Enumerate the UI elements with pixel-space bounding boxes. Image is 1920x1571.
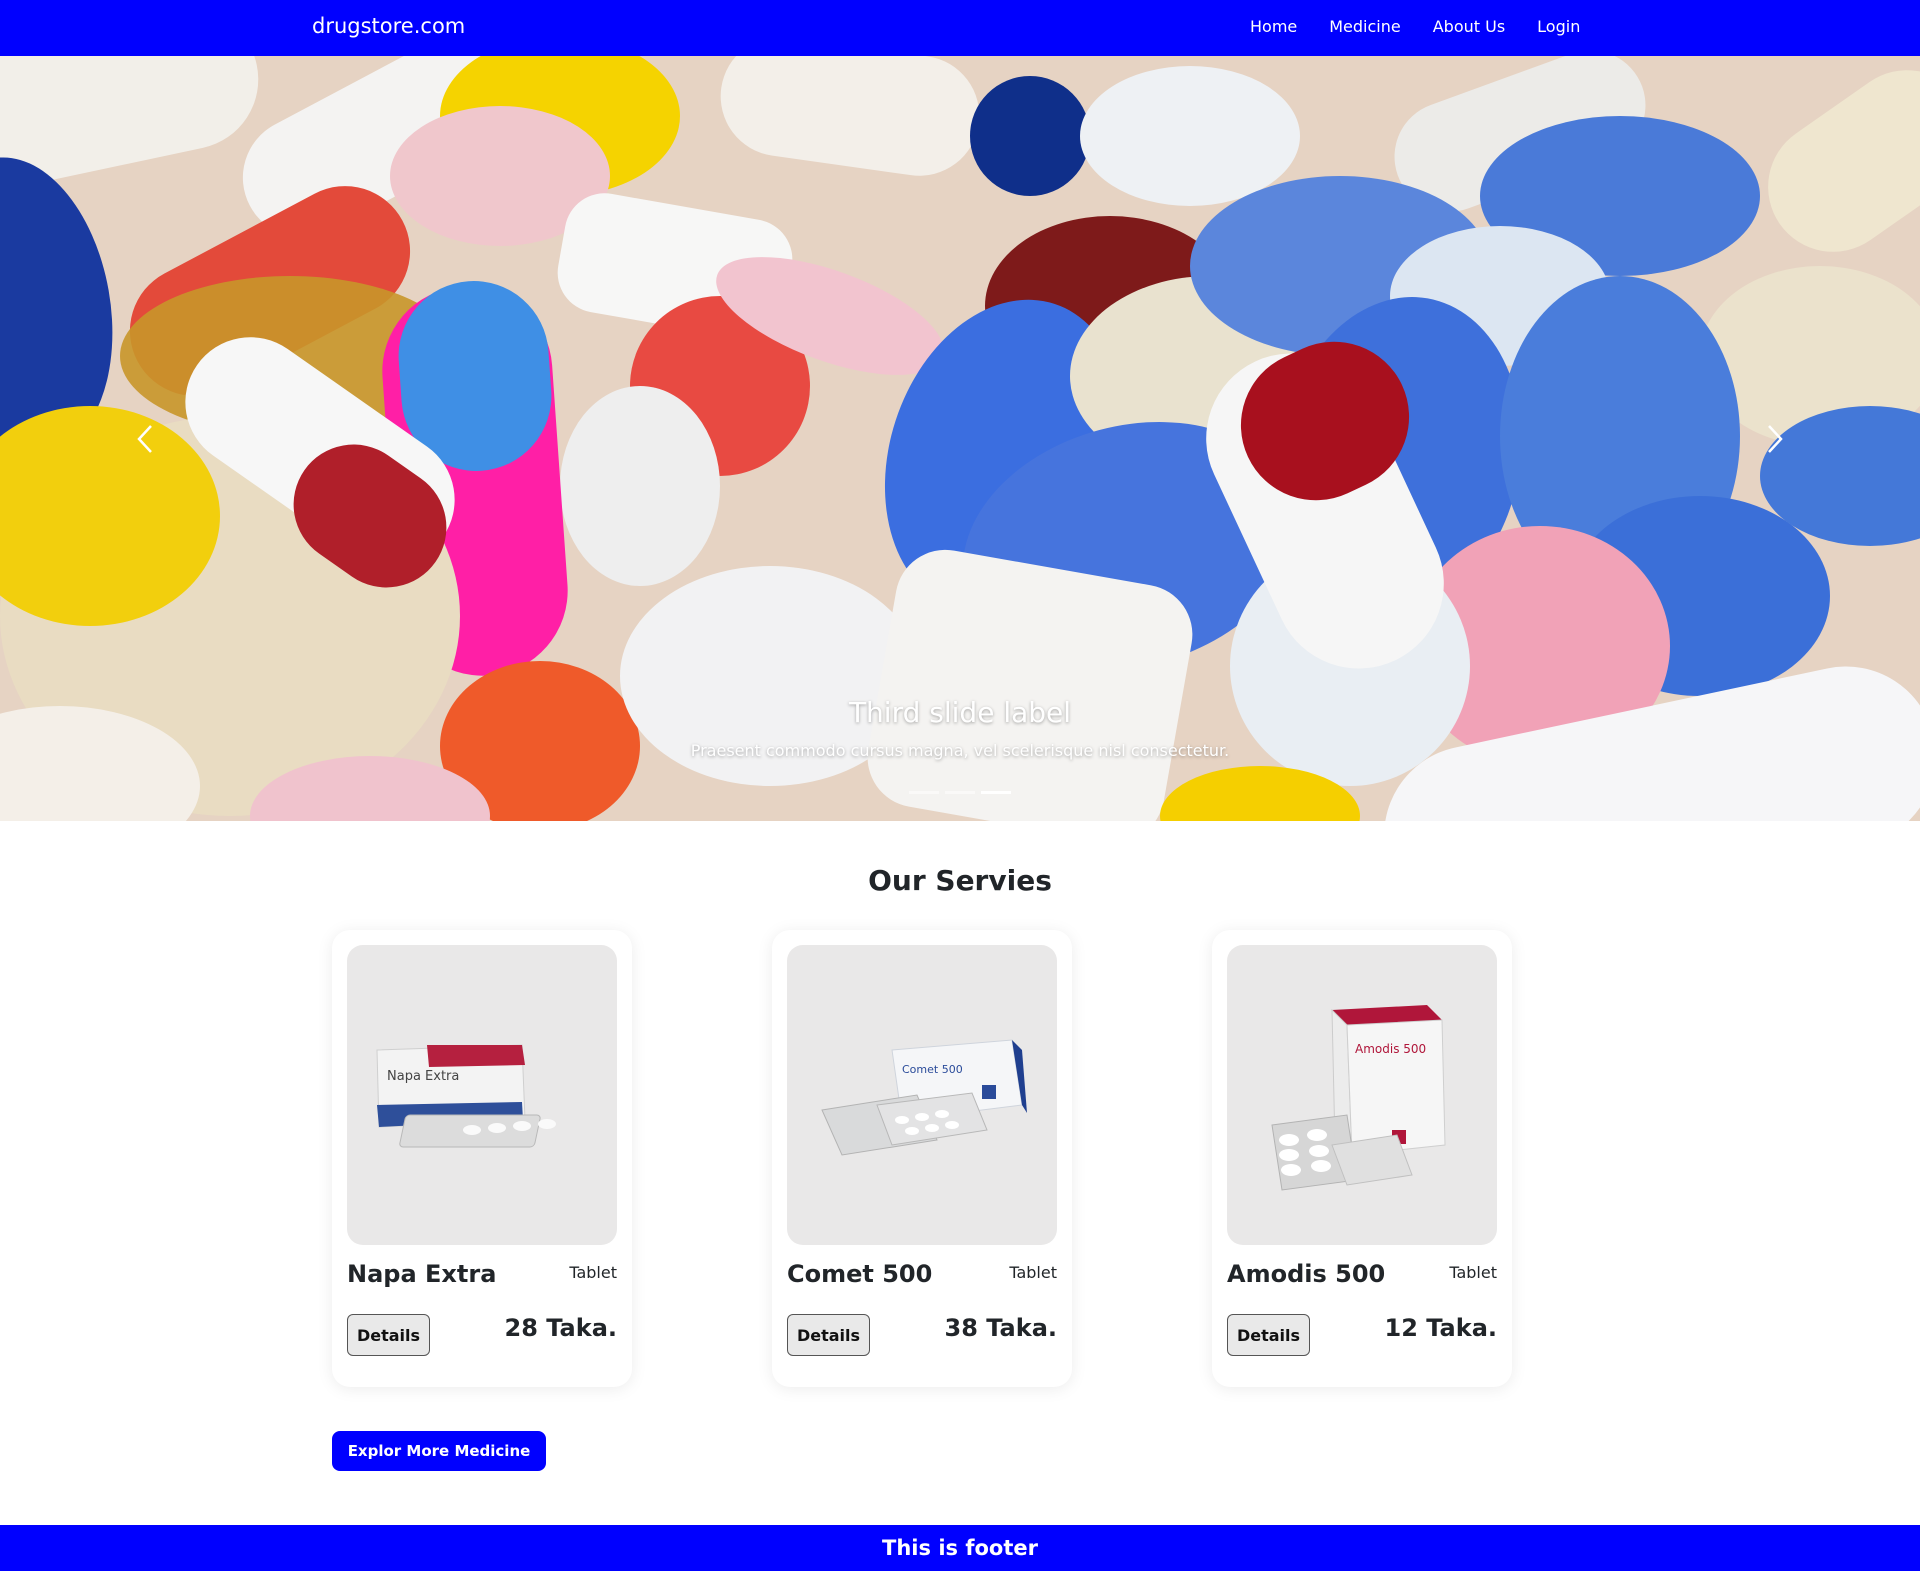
product-type: Tablet [1449, 1263, 1497, 1282]
carousel-indicators [0, 791, 1920, 794]
product-name: Comet 500 [787, 1260, 933, 1288]
product-card: Napa Extra Napa Extra Tablet Details 28 … [332, 930, 632, 1387]
carousel-indicator-2[interactable] [945, 791, 975, 794]
carousel-caption-title: Third slide label [848, 696, 1072, 729]
carousel-indicator-1[interactable] [909, 791, 939, 794]
product-card: Comet 500 Comet 500 Tablet Details 38 Ta… [772, 930, 1072, 1387]
product-image: Comet 500 [787, 945, 1057, 1245]
hero-carousel: Third slide label Praesent commodo cursu… [0, 56, 1920, 821]
package-label: Napa Extra [387, 1069, 459, 1084]
chevron-right-icon [1768, 424, 1783, 453]
nav-link-login[interactable]: Login [1537, 17, 1580, 36]
carousel-caption-text: Praesent commodo cursus magna, vel scele… [690, 741, 1230, 760]
explore-more-button[interactable]: Explor More Medicine [332, 1431, 546, 1471]
carousel-indicator-3[interactable] [981, 791, 1011, 794]
product-price: 38 Taka. [944, 1314, 1058, 1342]
footer-text: This is footer [882, 1536, 1038, 1560]
product-price: 28 Taka. [504, 1314, 618, 1342]
product-image: Amodis 500 [1227, 945, 1497, 1245]
brand-link[interactable]: drugstore.com [312, 14, 465, 38]
carousel-caption: Third slide label Praesent commodo cursu… [0, 696, 1920, 760]
product-price: 12 Taka. [1384, 1314, 1498, 1342]
nav-link-medicine[interactable]: Medicine [1329, 17, 1400, 36]
details-button[interactable]: Details [787, 1314, 870, 1356]
nav-link-about-us[interactable]: About Us [1433, 17, 1505, 36]
product-type: Tablet [569, 1263, 617, 1282]
product-name: Amodis 500 [1227, 1260, 1386, 1288]
nav-links: Home Medicine About Us Login [1250, 17, 1612, 36]
package-label: Amodis 500 [1355, 1042, 1426, 1056]
details-button[interactable]: Details [347, 1314, 430, 1356]
chevron-left-icon [137, 424, 152, 453]
nav-link-home[interactable]: Home [1250, 17, 1297, 36]
product-name: Napa Extra [347, 1260, 497, 1288]
details-button[interactable]: Details [1227, 1314, 1310, 1356]
footer: This is footer [0, 1525, 1920, 1571]
section-title: Our Servies [868, 864, 1052, 897]
product-card: Amodis 500 Amodis 500 Tablet Details 12 … [1212, 930, 1512, 1387]
navbar: drugstore.com Home Medicine About Us Log… [0, 0, 1920, 56]
product-type: Tablet [1009, 1263, 1057, 1282]
product-image: Napa Extra [347, 945, 617, 1245]
package-label: Comet 500 [902, 1063, 963, 1076]
